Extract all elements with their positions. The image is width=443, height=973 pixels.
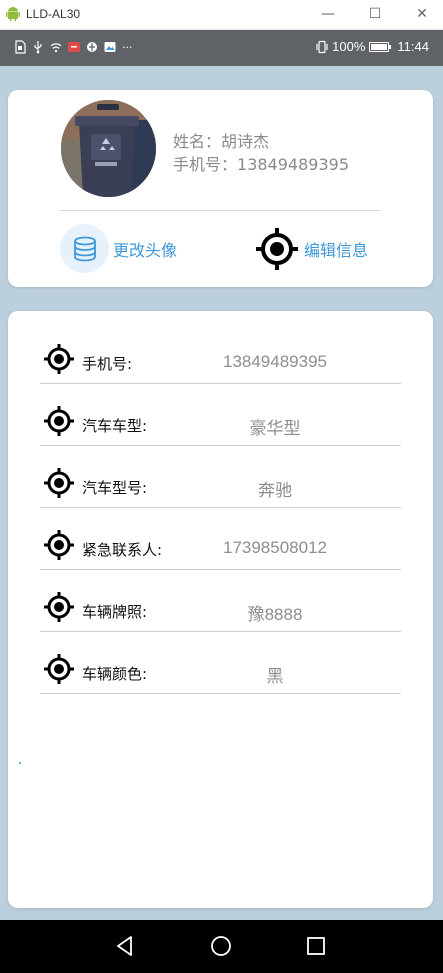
wifi-icon <box>50 43 62 53</box>
maximize-button[interactable]: ☐ <box>365 4 385 24</box>
detail-label: 汽车车型: <box>82 417 148 435</box>
avatar[interactable] <box>61 100 156 197</box>
battery-icon <box>369 41 392 52</box>
detail-value: 豫8888 <box>247 605 303 624</box>
detail-row-car-color: 车辆颜色: 黑 <box>40 632 401 694</box>
crosshair-icon <box>44 592 74 622</box>
home-icon[interactable] <box>209 934 233 958</box>
crosshair-icon <box>44 468 74 498</box>
detail-value: 黑 <box>266 667 284 687</box>
detail-value: 奔驰 <box>258 481 292 501</box>
sim-icon <box>15 40 26 54</box>
detail-row-car-model: 汽车型号: 奔驰 <box>40 446 401 508</box>
detail-label: 车辆颜色: <box>82 665 148 683</box>
emulator-title-bar: LLD-AL30 — ☐ ✕ <box>0 0 443 30</box>
profile-phone: 13849489395 <box>237 155 349 174</box>
more-icon: ··· <box>122 40 133 54</box>
photo-icon <box>104 42 116 52</box>
detail-row-car-type: 汽车车型: 豪华型 <box>40 384 401 446</box>
detail-value: 13849489395 <box>222 352 327 371</box>
back-icon[interactable] <box>113 934 137 958</box>
crosshair-icon <box>44 654 74 684</box>
detail-label: 车辆牌照: <box>82 603 148 621</box>
change-avatar-label: 更改头像 <box>113 240 178 260</box>
clock: 11:44 <box>397 39 429 54</box>
edit-info-label: 编辑信息 <box>304 241 369 260</box>
profile-name: 胡诗杰 <box>221 132 270 151</box>
change-avatar-button[interactable]: 更改头像 <box>60 224 177 273</box>
database-icon <box>73 236 96 261</box>
vibrate-icon <box>316 40 328 53</box>
detail-label: 紧急联系人: <box>82 541 163 559</box>
detail-row-phone: 手机号: 13849489395 <box>40 322 401 384</box>
crosshair-icon <box>44 530 74 560</box>
navigation-bar <box>0 920 443 973</box>
app-notification-icon <box>68 42 80 52</box>
detail-row-license-plate: 车辆牌照: 豫8888 <box>40 570 401 632</box>
detail-label: 汽车型号: <box>82 479 148 497</box>
dot-marker <box>19 762 21 764</box>
profile-card: 姓名： 胡诗杰 手机号： 13849489395 更改头像 编辑信息 <box>8 90 433 287</box>
minimize-button[interactable]: — <box>318 4 338 24</box>
crosshair-icon <box>256 228 298 270</box>
edit-info-button[interactable]: 编辑信息 <box>254 226 368 272</box>
name-label: 姓名： <box>173 132 222 151</box>
android-icon <box>6 7 20 22</box>
window-title: LLD-AL30 <box>26 7 81 21</box>
detail-value: 豪华型 <box>249 419 301 439</box>
crosshair-icon <box>44 406 74 436</box>
database-icon-badge <box>60 224 109 273</box>
detail-row-emergency-contact: 紧急联系人: 17398508012 <box>40 508 401 570</box>
vpn-icon <box>87 42 97 52</box>
battery-percent: 100% <box>332 39 366 54</box>
recents-icon[interactable] <box>304 934 328 958</box>
crosshair-icon <box>44 344 74 374</box>
usb-icon <box>34 41 42 54</box>
vehicle-details-card: 手机号: 13849489395 汽车车型: 豪华型 汽车型号: 奔驰 紧急联系… <box>8 311 433 908</box>
avatar-image <box>61 100 156 197</box>
detail-label: 手机号: <box>82 355 133 373</box>
divider <box>60 210 380 211</box>
detail-value: 17398508012 <box>222 538 327 557</box>
status-bar: ··· 100% 11:44 <box>0 30 443 66</box>
close-button[interactable]: ✕ <box>412 4 432 24</box>
phone-label: 手机号： <box>173 155 238 174</box>
